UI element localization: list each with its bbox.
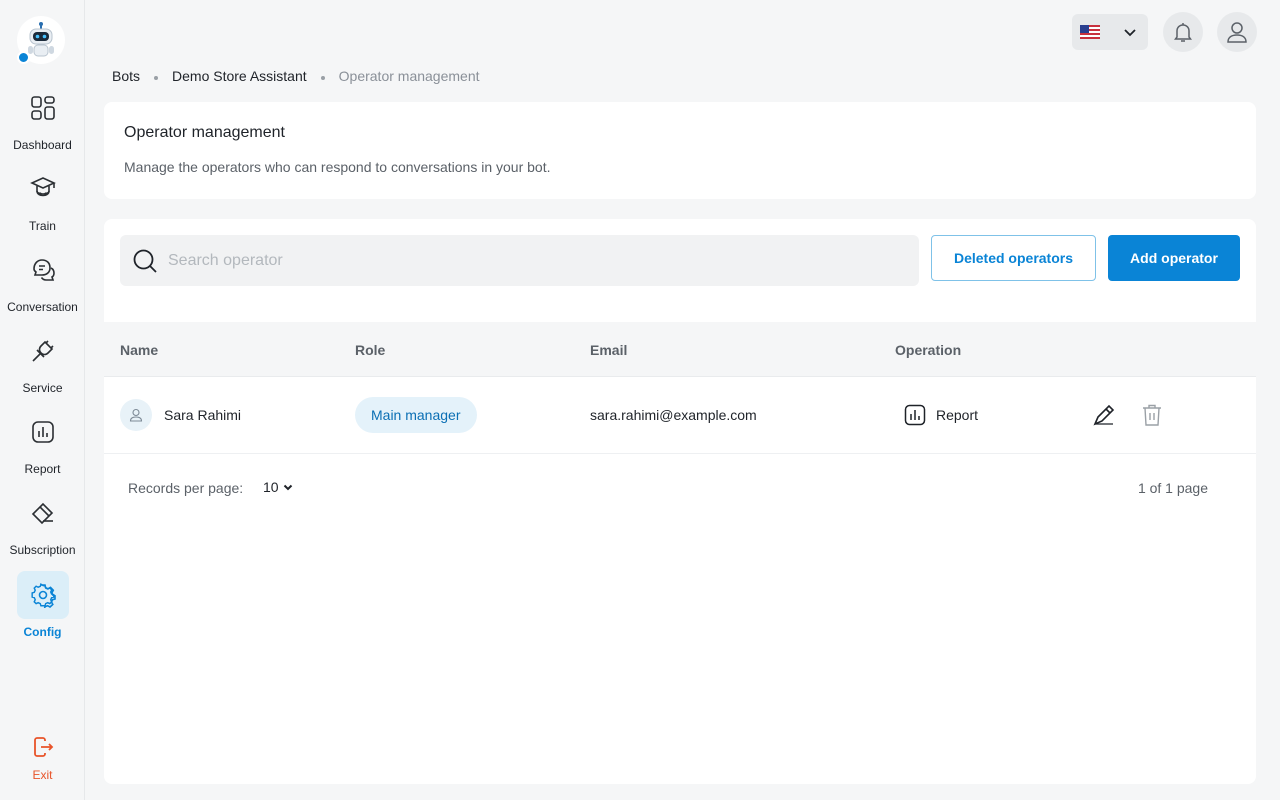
operators-card: Deleted operators Add operator Name Role… bbox=[104, 219, 1256, 784]
gear-icon bbox=[16, 571, 69, 619]
search-box[interactable] bbox=[120, 235, 919, 286]
report-icon bbox=[904, 404, 926, 426]
page-title: Operator management bbox=[124, 124, 285, 141]
breadcrumb-current: Operator management bbox=[338, 68, 480, 84]
page-description: Manage the operators who can respond to … bbox=[124, 159, 551, 175]
bell-icon bbox=[1174, 23, 1192, 42]
user-icon bbox=[1227, 22, 1247, 43]
edit-icon bbox=[1093, 404, 1115, 426]
records-per-page-value: 10 bbox=[263, 479, 279, 495]
role-cell: Main manager bbox=[355, 377, 477, 453]
column-header-email: Email bbox=[590, 342, 628, 358]
user-icon bbox=[129, 408, 143, 422]
page-info: 1 of 1 page bbox=[1137, 480, 1208, 496]
column-header-name: Name bbox=[120, 342, 159, 358]
sidebar-item-dashboard[interactable]: Dashboard bbox=[0, 84, 85, 152]
sidebar-item-label: Dashboard bbox=[13, 138, 72, 152]
bar-chart-icon bbox=[17, 408, 69, 456]
sidebar-item-label: Config bbox=[23, 625, 62, 639]
breadcrumb-separator bbox=[320, 76, 325, 80]
column-header-role: Role bbox=[355, 342, 386, 358]
sidebar-item-subscription[interactable]: Subscription bbox=[0, 489, 85, 557]
operation-cell: Report bbox=[904, 377, 978, 453]
dashboard-icon bbox=[17, 84, 69, 132]
avatar bbox=[120, 399, 152, 431]
ticket-icon bbox=[17, 489, 69, 537]
sidebar: Dashboard Train Conversation Service Rep… bbox=[0, 0, 85, 800]
sidebar-item-label: Service bbox=[22, 381, 63, 395]
table-header: Name Role Email Operation bbox=[104, 322, 1256, 377]
breadcrumb-separator bbox=[154, 76, 159, 80]
table-row: Sara Rahimi Main manager sara.rahimi@exa… bbox=[104, 377, 1256, 454]
notifications-button[interactable] bbox=[1163, 12, 1203, 52]
breadcrumb-bots[interactable]: Bots bbox=[112, 68, 140, 84]
sidebar-item-conversation[interactable]: Conversation bbox=[0, 246, 85, 314]
report-button[interactable]: Report bbox=[904, 404, 978, 426]
delete-button[interactable] bbox=[1141, 377, 1163, 453]
exit-label: Exit bbox=[32, 768, 53, 782]
sidebar-item-train[interactable]: Train bbox=[0, 165, 85, 233]
column-header-operation: Operation bbox=[895, 342, 962, 358]
sidebar-item-config[interactable]: Config bbox=[0, 571, 85, 639]
search-icon bbox=[133, 249, 157, 273]
report-label: Report bbox=[936, 407, 979, 423]
bot-logo[interactable] bbox=[17, 16, 65, 64]
exit-button[interactable]: Exit bbox=[0, 732, 85, 782]
pagination: Records per page: 10 1 of 1 page bbox=[104, 454, 1256, 522]
sidebar-item-label: Report bbox=[24, 462, 61, 476]
us-flag-icon bbox=[1080, 25, 1100, 39]
chevron-down-icon bbox=[283, 484, 292, 491]
email-cell: sara.rahimi@example.com bbox=[590, 377, 757, 453]
chevron-down-icon bbox=[1124, 29, 1136, 37]
search-input[interactable] bbox=[168, 251, 868, 270]
chat-bubbles-icon bbox=[17, 246, 69, 294]
language-selector[interactable] bbox=[1072, 14, 1148, 50]
plug-icon bbox=[17, 327, 69, 375]
trash-icon bbox=[1143, 404, 1161, 426]
name-cell: Sara Rahimi bbox=[120, 377, 241, 453]
sidebar-item-label: Conversation bbox=[7, 300, 78, 314]
sidebar-item-report[interactable]: Report bbox=[0, 408, 85, 476]
operator-name: Sara Rahimi bbox=[164, 407, 242, 423]
online-badge bbox=[17, 51, 30, 64]
graduation-cap-icon bbox=[17, 165, 69, 213]
records-per-page-label: Records per page: bbox=[128, 480, 244, 496]
profile-button[interactable] bbox=[1217, 12, 1257, 52]
sidebar-item-label: Subscription bbox=[9, 543, 76, 557]
breadcrumb: Bots Demo Store Assistant Operator manag… bbox=[112, 68, 480, 84]
records-per-page-select[interactable]: 10 bbox=[263, 479, 294, 495]
logout-icon bbox=[17, 732, 69, 762]
sidebar-item-label: Train bbox=[29, 219, 56, 233]
deleted-operators-button[interactable]: Deleted operators bbox=[931, 235, 1096, 281]
edit-button[interactable] bbox=[1091, 377, 1117, 453]
add-operator-button[interactable]: Add operator bbox=[1108, 235, 1240, 281]
breadcrumb-bot-name[interactable]: Demo Store Assistant bbox=[172, 68, 307, 84]
sidebar-item-service[interactable]: Service bbox=[0, 327, 85, 395]
role-badge: Main manager bbox=[355, 397, 477, 433]
operator-email: sara.rahimi@example.com bbox=[590, 407, 757, 423]
page-header-card: Operator management Manage the operators… bbox=[104, 102, 1256, 199]
